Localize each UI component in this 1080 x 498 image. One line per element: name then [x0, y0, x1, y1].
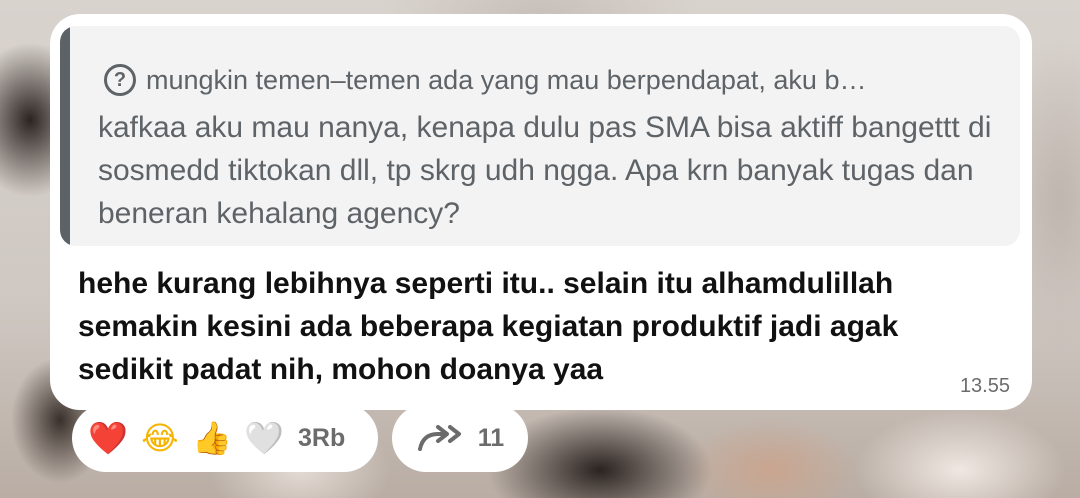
quoted-question[interactable]: ? mungkin temen–temen ada yang mau berpe… [60, 26, 1020, 246]
forward-pill[interactable]: 11 [392, 404, 528, 472]
tears-of-joy-icon[interactable]: 😂 [138, 416, 182, 460]
thumbs-up-icon[interactable]: 👍 [190, 416, 234, 460]
quote-header-text: mungkin temen–temen ada yang mau berpend… [146, 64, 867, 95]
red-heart-icon[interactable]: ❤️ [86, 416, 130, 460]
quote-header: ? mungkin temen–temen ada yang mau berpe… [104, 64, 866, 96]
quote-accent-bar [60, 26, 70, 246]
white-heart-icon[interactable]: 🤍 [242, 416, 286, 460]
message-timestamp: 13.55 [959, 375, 1010, 397]
forward-icon [417, 425, 461, 451]
forward-count: 11 [477, 423, 505, 452]
quote-body-text: kafkaa aku mau nanya, kenapa dulu pas SM… [98, 111, 992, 230]
reply-text: hehe kurang lebihnya seperti itu.. selai… [78, 267, 899, 386]
reactions-pill[interactable]: ❤️ 😂 👍 🤍 3Rb [72, 404, 378, 472]
message-bubble[interactable]: ? mungkin temen–temen ada yang mau berpe… [50, 14, 1032, 410]
reaction-count: 3Rb [298, 423, 346, 452]
question-circle-icon: ? [104, 64, 136, 96]
